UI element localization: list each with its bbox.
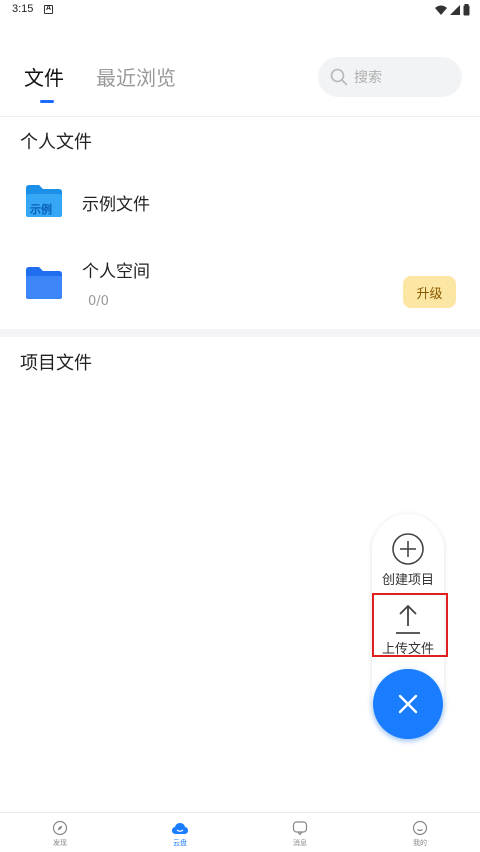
message-icon	[292, 821, 308, 836]
folder-badge-sample: 示例	[30, 203, 52, 216]
nav-item-me[interactable]: 我的	[360, 813, 480, 852]
nav-label-cloud: 云盘	[173, 839, 187, 847]
nav-label-discover: 发现	[53, 839, 67, 847]
cloud-icon	[172, 823, 188, 834]
wifi-icon	[435, 5, 447, 15]
tab-files[interactable]: 文件	[24, 62, 64, 91]
search-box[interactable]: 搜索	[318, 57, 462, 97]
add-circle-icon	[392, 533, 424, 565]
upgrade-button[interactable]: 升级	[403, 276, 456, 308]
folder-name-personal-space: 个人空间	[82, 262, 150, 282]
create-project-button[interactable]: 创建项目	[372, 532, 444, 588]
status-bar: 3:15 A	[0, 0, 480, 20]
top-tabs: 文件 最近浏览	[24, 62, 176, 91]
storage-usage: 0/0	[88, 294, 109, 309]
active-tab-indicator	[40, 100, 54, 103]
bottom-nav: 发现 云盘 消息 我的	[0, 812, 480, 852]
folder-row-sample[interactable]: 示例 示例文件	[0, 172, 480, 232]
fab-close-button[interactable]	[373, 669, 443, 739]
battery-icon	[463, 4, 470, 16]
close-icon	[398, 694, 418, 714]
create-project-label: 创建项目	[381, 573, 434, 588]
nav-label-messages: 消息	[293, 839, 307, 847]
smiley-icon	[412, 820, 428, 836]
folder-name-sample: 示例文件	[82, 195, 150, 215]
status-time: 3:15	[12, 3, 34, 15]
search-placeholder: 搜索	[354, 70, 382, 86]
nav-label-me: 我的	[413, 839, 427, 847]
signal-icon	[450, 5, 460, 15]
status-icons	[435, 4, 470, 16]
notification-icon: A	[44, 5, 53, 14]
tab-recent[interactable]: 最近浏览	[96, 62, 176, 91]
header-divider	[0, 116, 480, 117]
nav-item-discover[interactable]: 发现	[0, 813, 120, 852]
nav-item-messages[interactable]: 消息	[240, 813, 360, 852]
search-icon	[330, 68, 348, 86]
highlight-box	[372, 593, 448, 657]
compass-icon	[52, 820, 68, 836]
nav-item-cloud[interactable]: 云盘	[120, 813, 240, 852]
personal-files-title: 个人文件	[20, 132, 92, 153]
project-files-title: 项目文件	[20, 353, 92, 374]
section-separator	[0, 329, 480, 337]
folder-icon	[26, 267, 62, 299]
